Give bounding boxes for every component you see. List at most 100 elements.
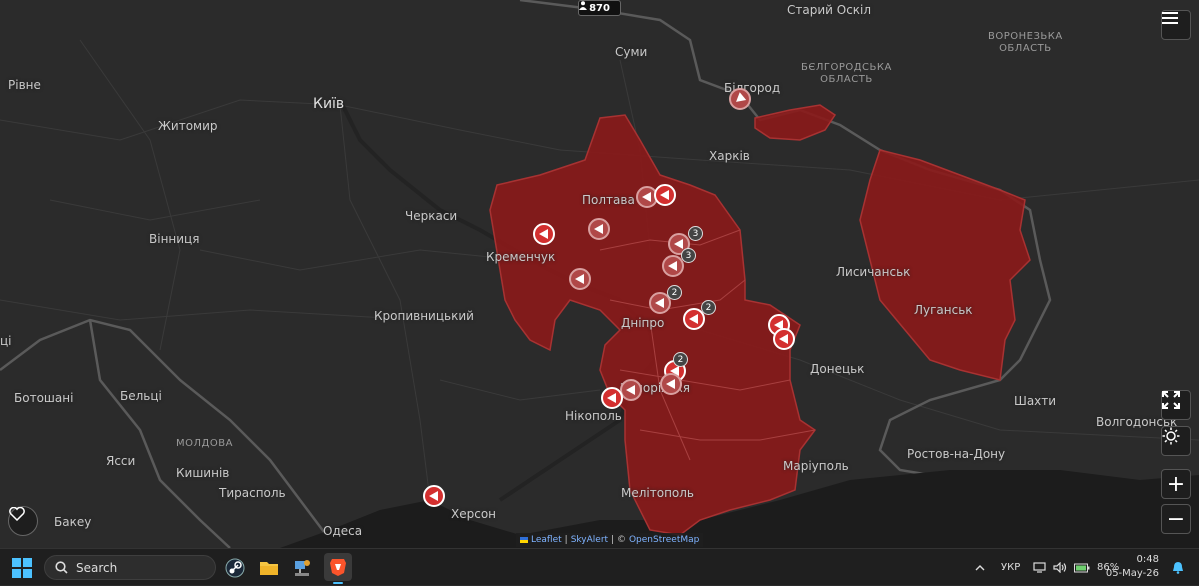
region-label: МОЛДОВА xyxy=(176,438,233,449)
alert-marker[interactable] xyxy=(654,184,676,206)
city-label: Донецьк xyxy=(810,362,865,376)
attribution-separator: | © xyxy=(611,535,626,545)
tray-overflow-icon[interactable] xyxy=(975,549,985,586)
theme-button[interactable] xyxy=(1161,426,1191,456)
windows-logo-icon xyxy=(12,558,21,567)
windows-logo-icon xyxy=(12,569,21,578)
city-label: ці xyxy=(0,334,12,348)
count-badge: 3 xyxy=(681,248,696,263)
count-badge: 2 xyxy=(667,285,682,300)
language-indicator[interactable]: УКР xyxy=(1001,549,1020,586)
counter-value: 870 xyxy=(589,2,610,14)
city-label: Ботошані xyxy=(14,391,74,405)
region-label: ВОРОНЕЗЬКА ОБЛАСТЬ xyxy=(988,31,1063,54)
search-label: Search xyxy=(76,560,118,575)
zoom-in-button[interactable]: + xyxy=(1161,469,1191,499)
arrow-icon xyxy=(428,491,438,501)
active-indicator xyxy=(333,582,343,584)
notification-bell-icon[interactable] xyxy=(1172,549,1184,586)
city-label: Кишинів xyxy=(176,466,230,480)
osm-link[interactable]: OpenStreetMap xyxy=(629,535,699,545)
windows-logo-icon xyxy=(23,569,32,578)
menu-icon xyxy=(1162,12,1178,24)
ukraine-flag-icon xyxy=(520,537,528,543)
brave-browser-icon[interactable] xyxy=(324,553,352,584)
alert-marker[interactable] xyxy=(729,88,751,110)
city-label: Харків xyxy=(709,149,750,163)
city-label: Вінниця xyxy=(149,232,200,246)
city-label: Одеса xyxy=(323,524,363,538)
alert-marker[interactable] xyxy=(660,373,682,395)
arrow-icon xyxy=(732,92,746,106)
alert-marker[interactable] xyxy=(533,223,555,245)
city-label: Дніпро xyxy=(621,316,665,330)
taskbar: Search УКР 86% 0:48 05-May-26 xyxy=(0,548,1199,585)
count-badge: 3 xyxy=(688,226,703,241)
city-label: Луганськ xyxy=(914,303,973,317)
map[interactable]: Рівне Київ Житомир Суми Старий Оскіл Біл… xyxy=(0,0,1199,548)
city-label: Ростов-на-Дону xyxy=(907,447,1006,461)
arrow-icon xyxy=(574,274,584,284)
arrow-icon xyxy=(659,190,669,200)
battery-icon xyxy=(1074,563,1090,572)
count-badge: 2 xyxy=(701,300,716,315)
clock[interactable]: 0:48 05-May-26 xyxy=(1106,553,1159,581)
taskbar-search[interactable]: Search xyxy=(44,555,216,580)
favorite-button[interactable] xyxy=(8,506,38,536)
arrow-icon xyxy=(654,298,664,308)
city-label: Київ xyxy=(313,96,345,112)
city-label: Шахти xyxy=(1014,394,1057,408)
start-button[interactable] xyxy=(12,558,32,578)
clock-time: 0:48 xyxy=(1136,554,1159,565)
heart-icon xyxy=(9,507,25,521)
arrow-icon xyxy=(625,385,635,395)
arrow-icon xyxy=(778,334,788,344)
network-app-icon[interactable] xyxy=(290,556,314,580)
city-label: Маріуполь xyxy=(783,459,849,473)
windows-logo-icon xyxy=(23,558,32,567)
city-label: Суми xyxy=(615,45,648,59)
fullscreen-button[interactable] xyxy=(1161,390,1191,420)
city-label: Нікополь xyxy=(565,409,622,423)
alert-marker[interactable] xyxy=(569,268,591,290)
city-label: Бакеу xyxy=(54,515,92,529)
city-label: Лисичанськ xyxy=(836,265,911,279)
city-label: Рівне xyxy=(8,78,41,92)
city-label: Старий Оскіл xyxy=(787,3,872,17)
region-label: БЄЛГОРОДСЬКА ОБЛАСТЬ xyxy=(801,62,892,85)
arrow-icon xyxy=(688,314,698,324)
city-label: Полтава xyxy=(582,193,635,207)
city-label: Житомир xyxy=(158,119,218,133)
file-explorer-icon[interactable] xyxy=(257,556,281,580)
alert-marker[interactable] xyxy=(588,218,610,240)
leaflet-link[interactable]: Leaflet xyxy=(531,535,562,545)
monitor-icon xyxy=(1033,562,1046,573)
attribution-separator: | xyxy=(564,535,568,545)
city-label: Мелітополь xyxy=(621,486,695,500)
city-label: Кременчук xyxy=(486,250,556,264)
volume-icon xyxy=(1053,562,1067,573)
arrow-icon xyxy=(673,239,683,249)
search-icon xyxy=(55,561,68,574)
city-label: Кропивницький xyxy=(374,309,474,323)
steam-icon[interactable] xyxy=(223,556,247,580)
user-counter: 870 xyxy=(578,0,621,16)
person-icon xyxy=(579,1,587,10)
arrow-icon xyxy=(665,379,675,389)
alert-marker[interactable] xyxy=(423,485,445,507)
menu-button[interactable] xyxy=(1161,10,1191,40)
city-label: Тирасполь xyxy=(219,486,286,500)
arrow-icon xyxy=(538,229,548,239)
arrow-icon xyxy=(606,393,616,403)
zoom-out-button[interactable]: − xyxy=(1161,504,1191,534)
alert-marker[interactable] xyxy=(773,328,795,350)
clock-date: 05-May-26 xyxy=(1105,568,1159,579)
skyalert-link[interactable]: SkyAlert xyxy=(571,535,608,545)
alert-marker[interactable] xyxy=(620,379,642,401)
alert-marker[interactable] xyxy=(601,387,623,409)
count-badge: 2 xyxy=(673,352,688,367)
city-label: Бельці xyxy=(120,389,162,403)
city-label: Черкаси xyxy=(405,209,458,223)
arrow-icon xyxy=(641,192,651,202)
alert-region-belgorod xyxy=(754,104,837,141)
